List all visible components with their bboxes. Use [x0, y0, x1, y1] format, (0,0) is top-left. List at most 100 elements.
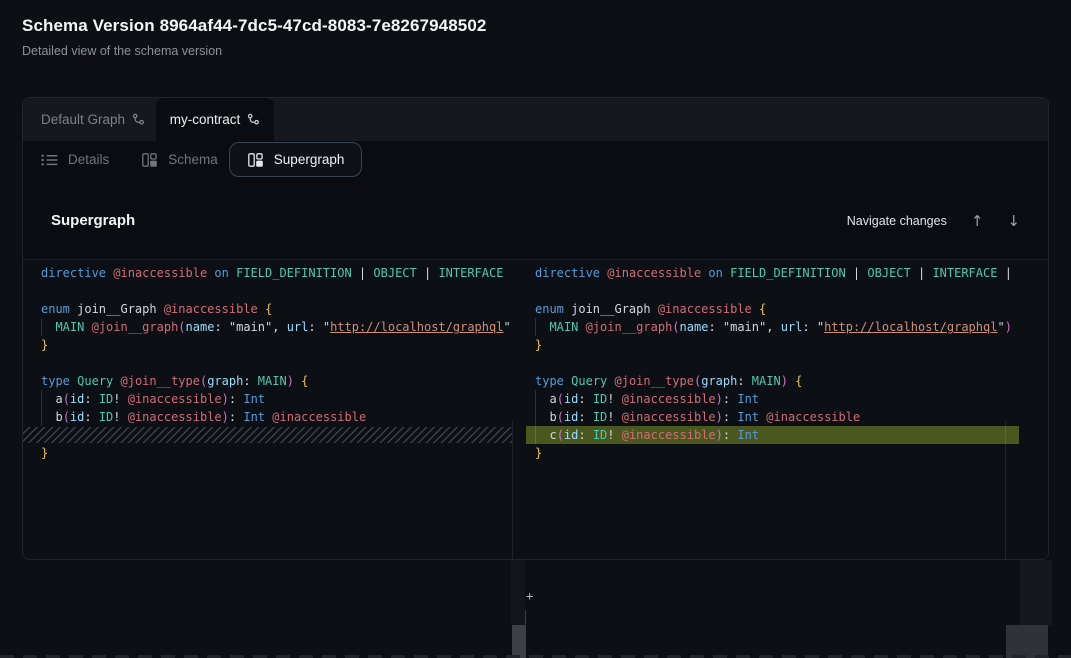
code-line: type Query @join__type(graph: MAIN) {	[23, 372, 512, 390]
code-token: : "main",	[214, 320, 286, 334]
code-token: ID	[593, 428, 607, 442]
code-token: @inaccessible	[622, 392, 716, 406]
tab-my-contract[interactable]: my-contract	[156, 98, 274, 141]
code-token: |	[503, 266, 512, 280]
code-token: :	[723, 410, 737, 424]
code-token: (	[557, 392, 564, 406]
code-line: c(id: ID! @inaccessible): Int	[526, 426, 1019, 444]
code-token: @inaccessible	[658, 302, 752, 316]
code-token: FIELD_DEFINITION	[730, 266, 846, 280]
code-token: enum	[41, 302, 70, 316]
code-line	[23, 426, 512, 444]
code-token: :	[723, 392, 737, 406]
code-line: }	[526, 336, 1019, 354]
panel-heading: Supergraph	[51, 212, 135, 229]
code-token: INTERFACE	[932, 266, 997, 280]
code-token: :	[578, 428, 592, 442]
code-token: Query	[571, 374, 607, 388]
code-token: @inaccessible	[164, 302, 258, 316]
code-token: @inaccessible	[272, 410, 366, 424]
code-token: Int	[737, 428, 759, 442]
variant-tabstrip: Default Graph my-contract	[23, 98, 1048, 141]
subtab-label: Schema	[168, 152, 218, 167]
code-token: )	[716, 410, 723, 424]
code-token: MAIN	[752, 374, 781, 388]
code-token: :	[229, 410, 243, 424]
editor-overflow-minimap	[1020, 560, 1052, 625]
code-token: Int	[243, 410, 265, 424]
code-token: )	[716, 428, 723, 442]
code-token: !	[607, 392, 621, 406]
code-token: "	[997, 320, 1004, 334]
code-line: directive @inaccessible on FIELD_DEFINIT…	[23, 264, 512, 282]
code-token: (	[178, 320, 185, 334]
code-token: enum	[535, 302, 564, 316]
code-line: directive @inaccessible on FIELD_DEFINIT…	[526, 264, 1019, 282]
code-token: id	[70, 410, 84, 424]
code-token: on	[214, 266, 228, 280]
code-token: ID	[99, 410, 113, 424]
code-token: b	[535, 410, 557, 424]
navigate-changes-group: Navigate changes ↑ ↓	[847, 206, 1020, 236]
code-token: !	[113, 392, 127, 406]
code-token	[535, 320, 549, 334]
code-token	[41, 320, 55, 334]
code-token: :	[723, 428, 737, 442]
navigate-up-button[interactable]: ↑	[971, 214, 984, 229]
code-token: : "	[308, 320, 330, 334]
code-token: @join__graph	[586, 320, 673, 334]
code-token: FIELD_DEFINITION	[236, 266, 352, 280]
code-token: MAIN	[258, 374, 287, 388]
code-token: @inaccessible	[622, 428, 716, 442]
subtab-details[interactable]: Details	[41, 152, 109, 167]
diff-left-pane: directive @inaccessible on FIELD_DEFINIT…	[23, 264, 512, 462]
code-token: (	[672, 320, 679, 334]
editor-sash[interactable]	[512, 421, 513, 559]
code-token	[84, 320, 91, 334]
subtab-label: Supergraph	[274, 152, 345, 167]
code-token: a	[535, 392, 557, 406]
code-token: graph	[701, 374, 737, 388]
code-line: type Query @join__type(graph: MAIN) {	[526, 372, 1019, 390]
code-token: }	[41, 446, 48, 460]
code-token: )	[222, 392, 229, 406]
code-token	[258, 302, 265, 316]
code-token: OBJECT	[867, 266, 910, 280]
code-line	[23, 354, 512, 372]
tab-default-graph[interactable]: Default Graph	[41, 98, 145, 141]
code-token: a	[41, 392, 63, 406]
code-token: @inaccessible	[128, 392, 222, 406]
code-token: (	[63, 392, 70, 406]
code-token: :	[578, 410, 592, 424]
code-token: join__Graph	[70, 302, 164, 316]
code-token: {	[795, 374, 802, 388]
page-title: Schema Version 8964af44-7dc5-47cd-8083-7…	[22, 16, 486, 36]
code-token: id	[564, 392, 578, 406]
code-token: Int	[243, 392, 265, 406]
code-token: @inaccessible	[607, 266, 701, 280]
code-token: |	[417, 266, 439, 280]
subtab-label: Details	[68, 152, 109, 167]
code-token	[578, 320, 585, 334]
navigate-down-button[interactable]: ↓	[1007, 214, 1020, 229]
code-token: }	[41, 338, 48, 352]
code-token: )	[716, 392, 723, 406]
code-line: b(id: ID! @inaccessible): Int @inaccessi…	[23, 408, 512, 426]
code-token: :	[737, 374, 751, 388]
code-token: @inaccessible	[128, 410, 222, 424]
fork-icon	[132, 113, 145, 126]
code-token: type	[535, 374, 564, 388]
code-line: MAIN @join__graph(name: "main", url: "ht…	[23, 318, 512, 336]
code-token: @join__type	[121, 374, 200, 388]
code-token: )	[781, 374, 788, 388]
editor-overflow-column-right	[1004, 560, 1052, 625]
subtab-schema[interactable]: Schema	[141, 152, 218, 167]
code-line: }	[23, 336, 512, 354]
minimap-border	[1005, 421, 1006, 559]
code-token: ID	[593, 392, 607, 406]
code-token: MAIN	[55, 320, 84, 334]
code-token: |	[997, 266, 1011, 280]
subtab-supergraph[interactable]: Supergraph	[229, 142, 363, 177]
code-token: |	[352, 266, 374, 280]
code-token: }	[535, 446, 542, 460]
